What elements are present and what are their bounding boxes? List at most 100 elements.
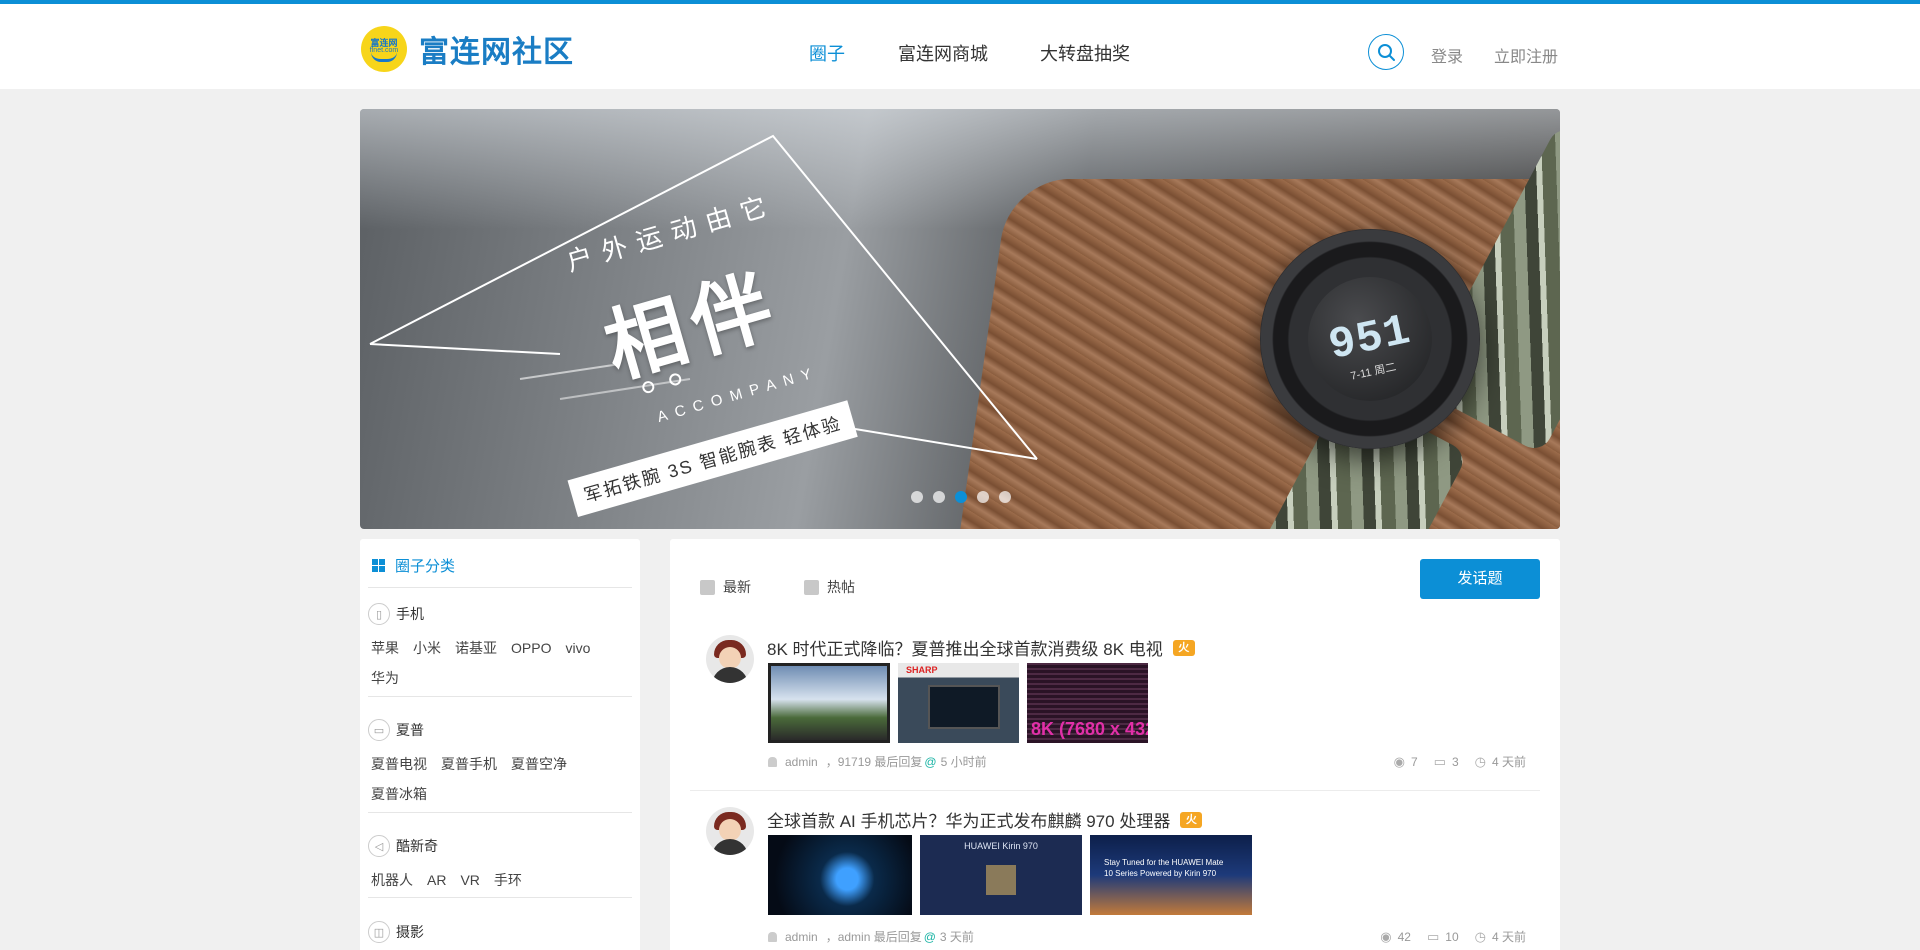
last-reply-info: ，admin 最后回复 [825, 930, 922, 944]
clock-icon: ◷ [1474, 928, 1486, 944]
at-icon: @ [923, 929, 936, 944]
search-button[interactable] [1368, 34, 1404, 70]
topic-time: 4 天前 [1491, 930, 1526, 944]
category-tag[interactable]: VR [460, 865, 479, 895]
megaphone-icon: ◁ [368, 835, 390, 857]
tab-latest[interactable]: 最新 [700, 577, 751, 597]
user-icon [768, 756, 777, 767]
tab-hot[interactable]: 热帖 [804, 577, 855, 597]
topic-item: 全球首款 AI 手机芯片？华为正式发布麒麟 970 处理器 火 HUAWEI K… [706, 807, 1536, 950]
banner-triangle-decoration [369, 134, 1038, 460]
category-tag[interactable]: 诺基亚 [455, 633, 497, 663]
nav-item-mall[interactable]: 富连网商城 [898, 40, 988, 66]
topic-stats: ◉ 42 ▭ 10 ◷ 4 天前 [1380, 928, 1526, 945]
category-tag[interactable]: 苹果 [371, 633, 399, 663]
divider [368, 897, 632, 898]
category-tag[interactable]: AR [427, 865, 446, 895]
category-tag[interactable]: 小米 [413, 633, 441, 663]
category-name[interactable]: 夏普 [396, 720, 424, 740]
carousel-dot-3[interactable] [955, 491, 967, 503]
topic-thumbnail[interactable] [768, 663, 890, 743]
login-link[interactable]: 登录 [1431, 43, 1463, 67]
category-name[interactable]: 酷新奇 [396, 836, 438, 856]
comment-count: 3 [1451, 754, 1459, 769]
hot-badge-icon: 火 [1180, 811, 1203, 828]
category-photography: ◫ 摄影 [368, 919, 632, 945]
topic-thumbnail[interactable]: SHARP [898, 663, 1019, 743]
thumbnail-caption: Stay Tuned for the HUAWEI Mate 10 Series… [1104, 858, 1224, 878]
topic-thumbnail[interactable]: 8K (7680 x 4320) [1027, 663, 1148, 743]
avatar[interactable] [706, 807, 754, 855]
register-link[interactable]: 立即注册 [1494, 43, 1558, 67]
at-icon: @ [924, 754, 937, 769]
phone-icon: ▯ [368, 603, 390, 625]
topic-author[interactable]: admin [785, 755, 818, 769]
comment-icon: ▭ [1426, 928, 1440, 944]
grid-icon [372, 559, 385, 572]
home-icon [804, 579, 819, 595]
topic-stats: ◉ 7 ▭ 3 ◷ 4 天前 [1394, 753, 1526, 770]
search-icon [1378, 44, 1395, 61]
category-tag[interactable]: 机器人 [371, 865, 413, 895]
topic-thumbnails: HUAWEI Kirin 970 Stay Tuned for the HUAW… [768, 835, 1260, 915]
topic-meta: admin ，91719 最后回复 @ 5 小时前 [768, 753, 987, 770]
category-tag[interactable]: OPPO [511, 633, 551, 663]
divider [368, 812, 632, 813]
sidebar-title: 圈子分类 [395, 558, 456, 575]
category-gadgets: ◁ 酷新奇 机器人 AR VR 手环 [368, 833, 632, 895]
tab-label: 最新 [723, 579, 751, 595]
clock-icon: ◷ [1474, 753, 1486, 769]
topic-title[interactable]: 全球首款 AI 手机芯片？华为正式发布麒麟 970 处理器 [767, 807, 1170, 832]
avatar[interactable] [706, 635, 754, 683]
category-name[interactable]: 手机 [396, 604, 424, 624]
carousel-dot-4[interactable] [977, 491, 989, 503]
thumbnail-caption: HUAWEI Kirin 970 [964, 841, 1038, 851]
clock-icon [700, 579, 715, 595]
category-phones: ▯ 手机 苹果 小米 诺基亚 OPPO vivo 华为 [368, 601, 632, 693]
comment-icon: ▭ [1433, 753, 1446, 769]
site-header: 富连网 flnet.com 富连网社区 圈子 富连网商城 大转盘抽奖 登录 立即… [0, 4, 1920, 89]
logo-badge: 富连网 flnet.com [361, 26, 407, 72]
site-logo[interactable]: 富连网 flnet.com 富连网社区 [361, 26, 574, 72]
new-topic-button[interactable]: 发话题 [1420, 559, 1540, 599]
nav-item-lottery[interactable]: 大转盘抽奖 [1040, 40, 1130, 66]
topic-item: 8K 时代正式降临？夏普推出全球首款消费级 8K 电视 火 SHARP 8K (… [706, 635, 1536, 785]
topic-thumbnails: SHARP 8K (7680 x 4320) [768, 663, 1156, 743]
thumbnail-caption: SHARP [906, 665, 938, 675]
category-tag[interactable]: 夏普冰箱 [371, 779, 427, 809]
topic-time: 4 天前 [1491, 755, 1526, 769]
category-tag[interactable]: 夏普空净 [511, 749, 567, 779]
topic-thumbnail[interactable]: HUAWEI Kirin 970 [920, 835, 1082, 915]
category-tag[interactable]: 夏普电视 [371, 749, 427, 779]
user-icon [768, 931, 777, 942]
eye-icon: ◉ [1380, 928, 1392, 944]
camera-icon: ◫ [368, 921, 390, 943]
logo-smile-icon [371, 52, 397, 62]
carousel-dot-5[interactable] [999, 491, 1011, 503]
category-tag[interactable]: 夏普手机 [441, 749, 497, 779]
site-name: 富连网社区 [419, 36, 574, 69]
category-tag[interactable]: 手环 [494, 865, 522, 895]
category-tag[interactable]: vivo [565, 633, 590, 663]
carousel-dot-1[interactable] [911, 491, 923, 503]
eye-icon: ◉ [1393, 753, 1405, 769]
topic-meta: admin ，admin 最后回复 @ 3 天前 [768, 928, 974, 945]
view-count: 42 [1397, 929, 1411, 944]
reply-time: 5 小时前 [940, 755, 987, 769]
category-sharp: ▭ 夏普 夏普电视 夏普手机 夏普空净 夏普冰箱 [368, 717, 632, 809]
topic-thumbnail[interactable] [768, 835, 912, 915]
hot-badge-icon: 火 [1172, 639, 1195, 656]
last-reply-info: ，91719 最后回复 [825, 755, 923, 769]
topic-author[interactable]: admin [785, 930, 818, 944]
topic-title[interactable]: 8K 时代正式降临？夏普推出全球首款消费级 8K 电视 [767, 635, 1163, 660]
banner-carousel[interactable]: 951 7-11 周二 户外运动由它 相伴 ACCOMPANY 军拓铁腕 3S … [360, 109, 1560, 529]
category-name[interactable]: 摄影 [396, 922, 424, 942]
thumbnail-caption: 8K (7680 x 4320) [1031, 719, 1148, 739]
category-sidebar: 圈子分类 ▯ 手机 苹果 小米 诺基亚 OPPO vivo 华为 ▭ 夏普 夏普… [360, 539, 640, 950]
category-tag[interactable]: 华为 [371, 663, 399, 693]
reply-time: 3 天前 [939, 930, 974, 944]
sidebar-heading: 圈子分类 [372, 555, 455, 576]
carousel-dot-2[interactable] [933, 491, 945, 503]
nav-item-circles[interactable]: 圈子 [809, 40, 845, 66]
topic-thumbnail[interactable]: Stay Tuned for the HUAWEI Mate 10 Series… [1090, 835, 1252, 915]
